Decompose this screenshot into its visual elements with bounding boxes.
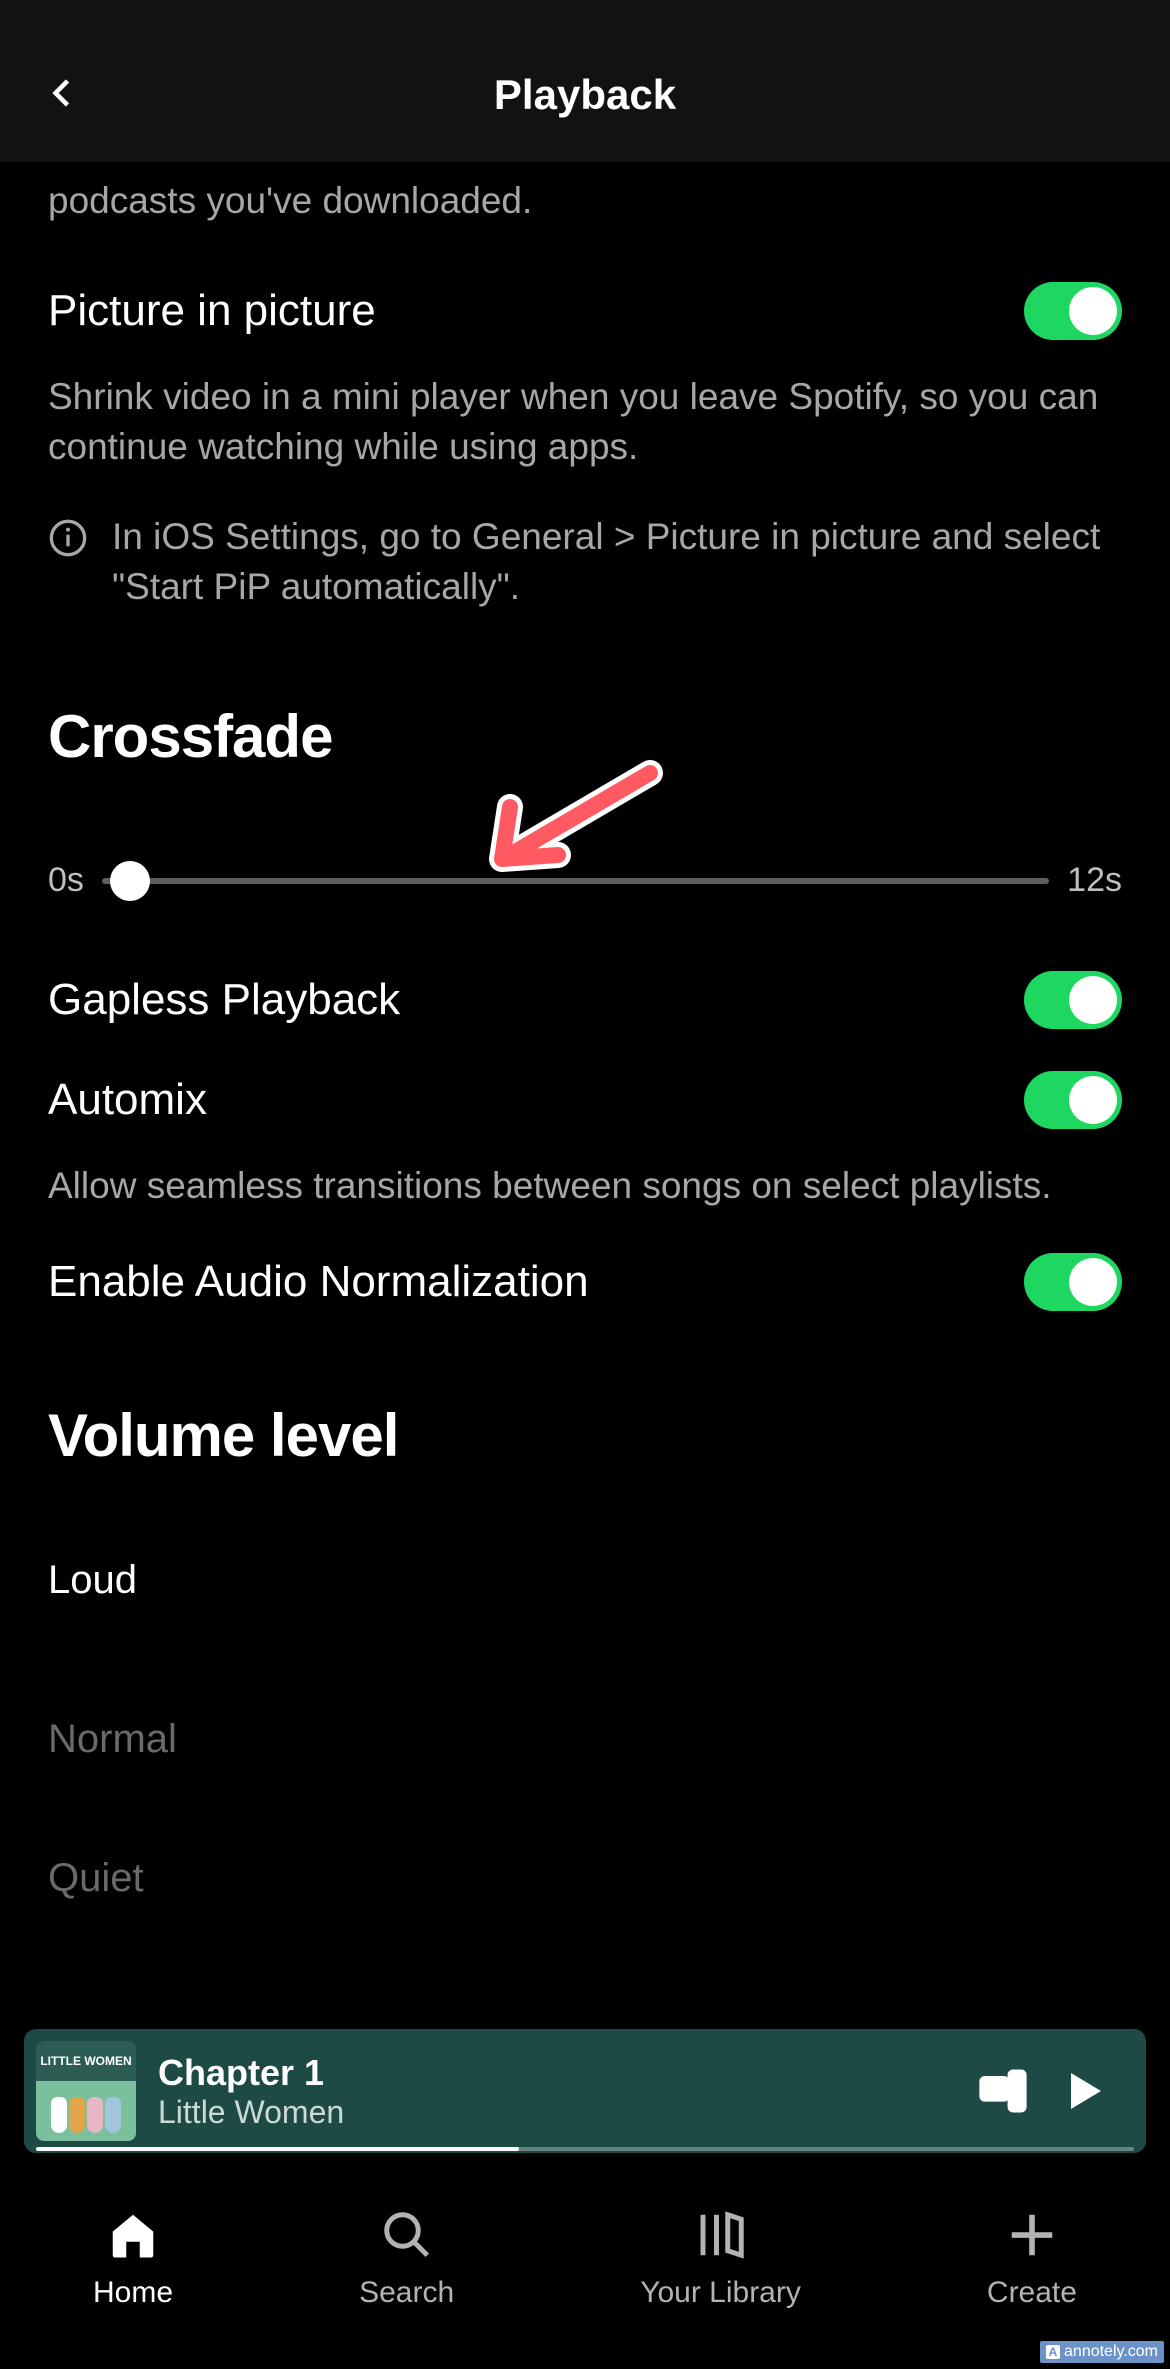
- header: Playback: [0, 0, 1170, 162]
- watermark: Aannotely.com: [1040, 2341, 1164, 2363]
- search-icon: [378, 2206, 436, 2264]
- volume-option-loud[interactable]: Loud: [48, 1520, 1122, 1641]
- automix-desc: Allow seamless transitions between songs…: [48, 1129, 1122, 1211]
- info-icon: [48, 518, 88, 558]
- automix-toggle[interactable]: [1024, 1071, 1122, 1129]
- volume-option-quiet[interactable]: Quiet: [48, 1800, 1122, 1939]
- setting-row-automix: Automix: [48, 1029, 1122, 1129]
- now-playing-track: Chapter 1: [158, 2052, 968, 2094]
- section-volume-title: Volume level: [48, 1311, 1122, 1470]
- setting-row-normalization: Enable Audio Normalization: [48, 1211, 1122, 1311]
- now-playing-bar[interactable]: LITTLE WOMEN Chapter 1 Little Women: [24, 2029, 1146, 2153]
- pip-info-text: In iOS Settings, go to General > Picture…: [112, 512, 1122, 612]
- connect-devices-button[interactable]: [968, 2065, 1038, 2117]
- nav-search-label: Search: [359, 2276, 454, 2310]
- bottom-nav: Home Search Your Library Create: [0, 2171, 1170, 2369]
- crossfade-max-label: 12s: [1067, 861, 1122, 900]
- nav-home[interactable]: Home: [93, 2206, 173, 2310]
- volume-options: Loud Normal Quiet: [48, 1470, 1122, 1939]
- nav-library-label: Your Library: [640, 2276, 801, 2310]
- now-playing-text: Chapter 1 Little Women: [136, 2052, 968, 2131]
- truncated-prev-desc: podcasts you've downloaded.: [48, 162, 1122, 226]
- page-title: Playback: [494, 71, 676, 119]
- plus-icon: [1003, 2206, 1061, 2264]
- normalization-title: Enable Audio Normalization: [48, 1257, 589, 1307]
- setting-row-pip: Picture in picture: [48, 226, 1122, 340]
- pip-desc: Shrink video in a mini player when you l…: [48, 340, 1122, 472]
- nav-search[interactable]: Search: [359, 2206, 454, 2310]
- crossfade-slider-row: 0s 12s: [48, 771, 1122, 901]
- library-icon: [692, 2206, 750, 2264]
- pip-toggle[interactable]: [1024, 282, 1122, 340]
- gapless-toggle[interactable]: [1024, 971, 1122, 1029]
- pip-title: Picture in picture: [48, 286, 376, 336]
- play-button[interactable]: [1038, 2067, 1128, 2115]
- slider-thumb[interactable]: [110, 861, 150, 901]
- watermark-text: annotely.com: [1064, 2343, 1158, 2361]
- pip-info-row: In iOS Settings, go to General > Picture…: [48, 472, 1122, 612]
- nav-library[interactable]: Your Library: [640, 2206, 801, 2310]
- crossfade-min-label: 0s: [48, 861, 84, 900]
- setting-row-gapless: Gapless Playback: [48, 901, 1122, 1029]
- settings-content: podcasts you've downloaded. Picture in p…: [0, 162, 1170, 1939]
- progress-fill: [36, 2147, 519, 2151]
- section-crossfade-title: Crossfade: [48, 612, 1122, 771]
- gapless-title: Gapless Playback: [48, 975, 400, 1025]
- art-text: LITTLE WOMEN: [36, 2055, 136, 2067]
- nav-create[interactable]: Create: [987, 2206, 1077, 2310]
- crossfade-slider[interactable]: [102, 861, 1049, 901]
- volume-option-normal[interactable]: Normal: [48, 1641, 1122, 1800]
- nav-home-label: Home: [93, 2276, 173, 2310]
- home-icon: [104, 2206, 162, 2264]
- automix-title: Automix: [48, 1075, 207, 1125]
- now-playing-art: LITTLE WOMEN: [36, 2041, 136, 2141]
- normalization-toggle[interactable]: [1024, 1253, 1122, 1311]
- chevron-left-icon: [45, 75, 81, 111]
- now-playing-progress[interactable]: [36, 2147, 1134, 2151]
- nav-create-label: Create: [987, 2276, 1077, 2310]
- slider-track: [102, 878, 1049, 884]
- now-playing-album: Little Women: [158, 2094, 968, 2131]
- back-button[interactable]: [38, 68, 88, 118]
